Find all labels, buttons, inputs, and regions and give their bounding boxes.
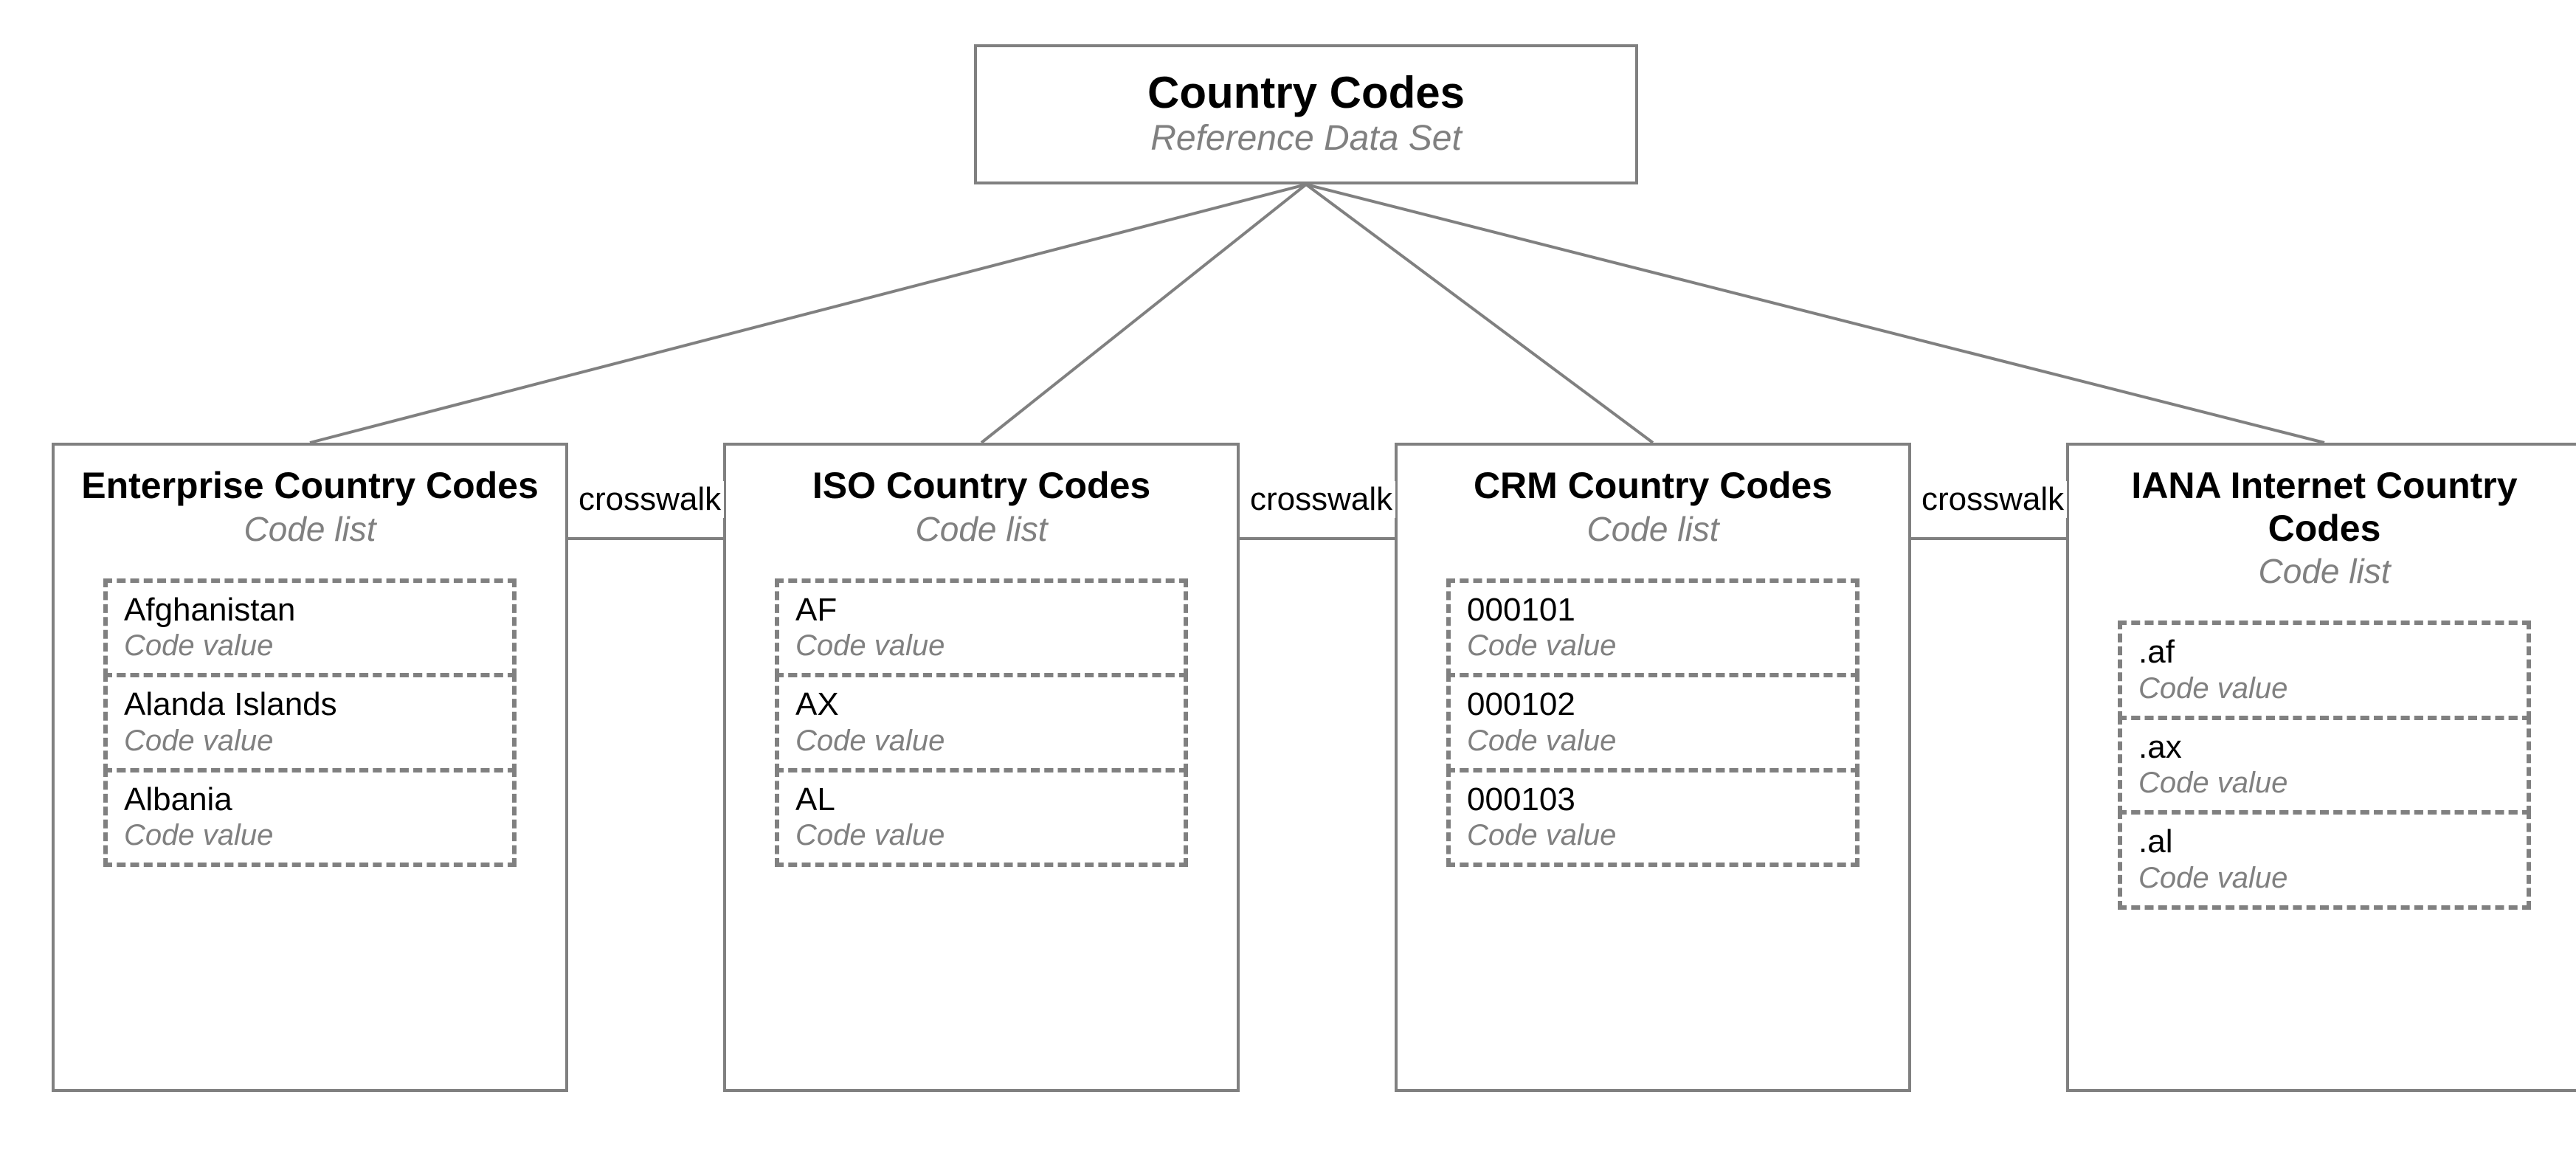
codelist-enterprise: Enterprise Country Codes Code list Afgha… [52, 443, 568, 1092]
code-value-row: 000101 Code value [1446, 578, 1860, 678]
code-value: Afghanistan [124, 592, 496, 629]
code-value-row: Afghanistan Code value [103, 578, 517, 678]
code-value-row: 000102 Code value [1446, 673, 1860, 772]
code-value-row: AL Code value [775, 768, 1188, 868]
code-value-label: Code value [795, 724, 1167, 758]
code-value-row: AF Code value [775, 578, 1188, 678]
code-value-label: Code value [124, 629, 496, 663]
code-value: AX [795, 686, 1167, 724]
code-value-row: .ax Code value [2118, 716, 2531, 815]
crosswalk-label: crosswalk [576, 481, 724, 518]
code-value-label: Code value [124, 818, 496, 852]
codelist-iso: ISO Country Codes Code list AF Code valu… [723, 443, 1240, 1092]
root-subtitle: Reference Data Set [992, 117, 1620, 160]
codelist-title: ISO Country Codes [812, 465, 1150, 508]
code-value: AF [795, 592, 1167, 629]
code-value-label: Code value [1467, 629, 1839, 663]
code-value: 000101 [1467, 592, 1839, 629]
crosswalk-label: crosswalk [1919, 481, 2067, 518]
code-value-row: .al Code value [2118, 810, 2531, 910]
code-values: AF Code value AX Code value AL Code valu… [775, 578, 1188, 868]
code-value: .af [2138, 634, 2510, 671]
code-value-label: Code value [795, 629, 1167, 663]
code-value-row: AX Code value [775, 673, 1188, 772]
code-value: 000102 [1467, 686, 1839, 724]
codelist-title: Enterprise Country Codes [81, 465, 539, 508]
code-value-label: Code value [795, 818, 1167, 852]
codelist-title: IANA Internet Country Codes [2084, 465, 2565, 550]
code-value-label: Code value [1467, 818, 1839, 852]
code-value-label: Code value [124, 724, 496, 758]
codelist-subtitle: Code list [916, 509, 1048, 549]
codelist-subtitle: Code list [2259, 551, 2391, 591]
code-values: .af Code value .ax Code value .al Code v… [2118, 621, 2531, 910]
code-value: .al [2138, 823, 2510, 861]
root-title: Country Codes [992, 69, 1620, 117]
codelist-iana: IANA Internet Country Codes Code list .a… [2066, 443, 2576, 1092]
code-value-label: Code value [2138, 766, 2510, 800]
code-value: Alanda Islands [124, 686, 496, 724]
code-value-row: Alanda Islands Code value [103, 673, 517, 772]
code-value-label: Code value [2138, 861, 2510, 895]
code-value: Albania [124, 781, 496, 819]
root-node: Country Codes Reference Data Set [974, 44, 1638, 184]
diagram-canvas: Country Codes Reference Data Set Enterpr… [15, 15, 2576, 1136]
codelist-subtitle: Code list [244, 509, 376, 549]
code-value: 000103 [1467, 781, 1839, 819]
code-value-row: .af Code value [2118, 621, 2531, 720]
code-values: Afghanistan Code value Alanda Islands Co… [103, 578, 517, 868]
code-value-label: Code value [1467, 724, 1839, 758]
code-values: 000101 Code value 000102 Code value 0001… [1446, 578, 1860, 868]
code-value-row: 000103 Code value [1446, 768, 1860, 868]
code-value-row: Albania Code value [103, 768, 517, 868]
code-value-label: Code value [2138, 671, 2510, 705]
crosswalk-label: crosswalk [1247, 481, 1395, 518]
codelist-subtitle: Code list [1587, 509, 1719, 549]
code-value: AL [795, 781, 1167, 819]
codelist-title: CRM Country Codes [1474, 465, 1832, 508]
code-value: .ax [2138, 729, 2510, 767]
codelist-crm: CRM Country Codes Code list 000101 Code … [1395, 443, 1911, 1092]
